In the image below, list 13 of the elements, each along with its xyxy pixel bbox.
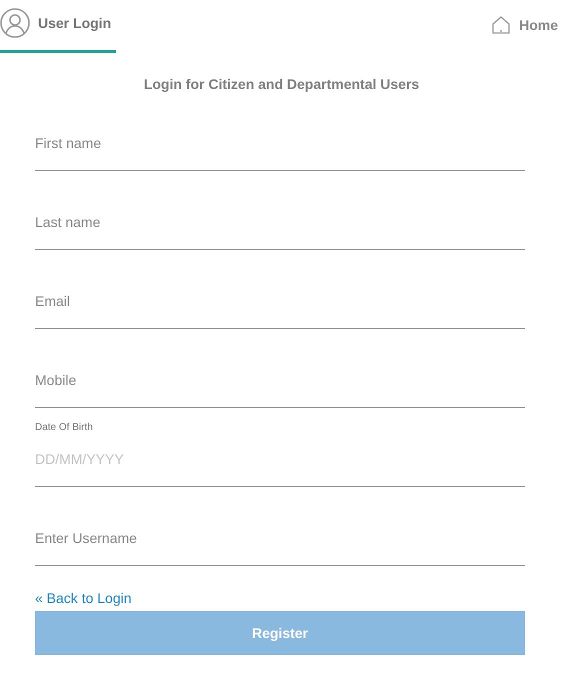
home-icon: [491, 15, 512, 35]
home-link[interactable]: Home: [491, 0, 563, 40]
field-label: Date Of Birth: [35, 422, 94, 433]
date-field[interactable]: DD/MM/YYYY: [35, 442, 525, 487]
subtitle: Login for Citizen and Departmental Users: [142, 76, 420, 92]
input-field[interactable]: Enter Username: [35, 521, 525, 566]
input-field[interactable]: Mobile: [35, 363, 525, 408]
input-field[interactable]: Email: [35, 284, 525, 329]
back-to-login-link[interactable]: « Back to Login: [35, 590, 132, 606]
input-field[interactable]: Last name: [35, 205, 525, 250]
user-icon: [0, 8, 30, 38]
input-field[interactable]: First name: [35, 126, 525, 171]
user-login-tab[interactable]: User Login: [0, 0, 116, 53]
